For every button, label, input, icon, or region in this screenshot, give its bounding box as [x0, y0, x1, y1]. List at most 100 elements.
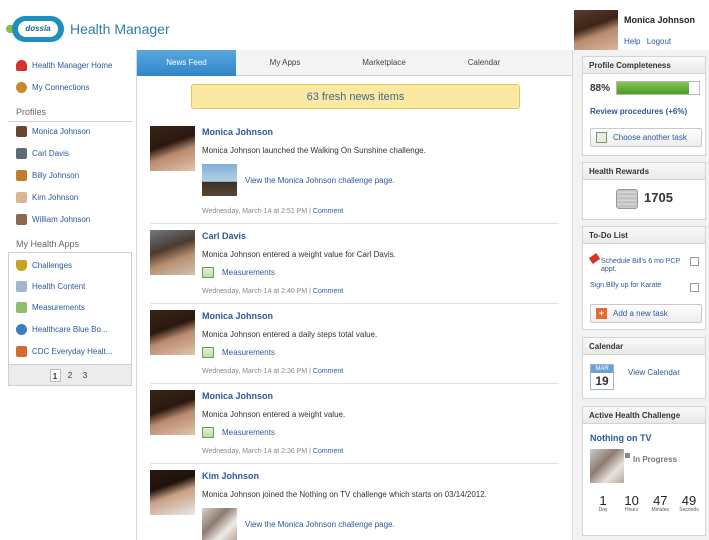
- countdown-label: Seconds: [679, 507, 699, 513]
- add-new-task-button[interactable]: + Add a new task: [590, 304, 702, 323]
- avatar[interactable]: [150, 390, 195, 435]
- profile-label: Carl Davis: [32, 148, 69, 158]
- active-challenge-panel: Active Health Challenge Nothing on TV In…: [582, 406, 706, 536]
- profile-photo-icon: [16, 169, 27, 181]
- feed-timestamp: Wednesday, March 14 at 2:51 PM |: [202, 208, 311, 215]
- choose-another-task-button[interactable]: Choose another task: [590, 128, 702, 147]
- comment-link[interactable]: Comment: [313, 208, 343, 215]
- challenge-status: In Progress: [633, 455, 678, 464]
- fresh-news-banner[interactable]: 63 fresh news items: [191, 84, 520, 109]
- people-icon: [16, 81, 27, 93]
- dossia-logo[interactable]: dossia: [6, 16, 64, 42]
- feed-link-text[interactable]: Measurements: [222, 428, 275, 437]
- view-calendar-link[interactable]: View Calendar: [628, 368, 680, 377]
- profile-label: Kim Johnson: [32, 192, 79, 202]
- feed-author[interactable]: Carl Davis: [202, 231, 246, 241]
- app-cdc-everyday-health[interactable]: CDC Everyday Healt...: [16, 344, 112, 358]
- avatar[interactable]: [150, 470, 195, 515]
- avatar[interactable]: [150, 310, 195, 355]
- button-label: Choose another task: [613, 133, 687, 142]
- review-procedures-link[interactable]: Review procedures (+6%): [590, 107, 687, 116]
- nav-health-manager-home[interactable]: Health Manager Home: [16, 58, 112, 72]
- feed-link[interactable]: Measurements: [202, 267, 275, 278]
- page-2-button[interactable]: 2: [65, 369, 76, 382]
- app-healthcare-blue-book[interactable]: Healthcare Blue Bo...: [16, 322, 108, 336]
- profile-monica-johnson[interactable]: Monica Johnson: [16, 124, 90, 138]
- feed-link-text[interactable]: Measurements: [222, 348, 275, 357]
- avatar[interactable]: [150, 230, 195, 275]
- feed-link[interactable]: View the Monica Johnson challenge page.: [202, 508, 395, 540]
- challenge-title-link[interactable]: Nothing on TV: [590, 433, 651, 443]
- app-health-content[interactable]: Health Content: [16, 279, 85, 293]
- countdown-label: Day: [598, 507, 608, 513]
- feed-author[interactable]: Monica Johnson: [202, 311, 273, 321]
- comment-link[interactable]: Comment: [313, 448, 343, 455]
- todo-item[interactable]: Schedule Bill's 6 mo PCP appt.: [601, 258, 681, 274]
- countdown-number: 47: [653, 493, 668, 508]
- feed-timestamp: Wednesday, March 14 at 2:36 PM |: [202, 448, 311, 455]
- page-1-button[interactable]: 1: [49, 368, 61, 382]
- app-header: dossia Health Manager: [0, 0, 572, 50]
- feed-link-text[interactable]: Measurements: [222, 268, 275, 277]
- page-3-button[interactable]: 3: [80, 369, 91, 382]
- feed-author[interactable]: Kim Johnson: [202, 471, 259, 481]
- feed-link-text[interactable]: View the Monica Johnson challenge page.: [245, 176, 395, 185]
- button-label: Add a new task: [613, 309, 668, 318]
- tab-marketplace[interactable]: Marketplace: [334, 50, 434, 76]
- feed-item: Monica Johnson Monica Johnson entered a …: [150, 390, 559, 464]
- app-challenges[interactable]: Challenges: [16, 258, 72, 272]
- calendar-panel: Calendar MAR 19 View Calendar: [582, 337, 706, 399]
- todo-item[interactable]: Sign Billy up for Karate: [590, 282, 686, 290]
- profile-billy-johnson[interactable]: Billy Johnson: [16, 168, 79, 182]
- feed-timestamp: Wednesday, March 14 at 2:36 PM |: [202, 368, 311, 375]
- feed-link[interactable]: Measurements: [202, 427, 275, 438]
- logout-link[interactable]: Logout: [647, 37, 671, 46]
- user-avatar[interactable]: [574, 10, 618, 50]
- nav-my-connections[interactable]: My Connections: [16, 80, 89, 94]
- profile-photo-icon: [16, 125, 27, 137]
- nav-label: Health Manager Home: [32, 60, 113, 70]
- feed-meta: Wednesday, March 14 at 2:40 PM | Comment: [202, 288, 343, 295]
- avatar[interactable]: [150, 126, 195, 171]
- measurements-icon: [16, 301, 27, 313]
- nav-label: My Connections: [32, 82, 90, 92]
- feed-author[interactable]: Monica Johnson: [202, 127, 273, 137]
- app-measurements[interactable]: Measurements: [16, 300, 85, 314]
- countdown-seconds: 49 Seconds: [676, 494, 702, 513]
- profile-label: Monica Johnson: [32, 126, 91, 136]
- tab-my-apps[interactable]: My Apps: [236, 50, 334, 76]
- panel-heading: Active Health Challenge: [583, 407, 705, 424]
- feed-item: Carl Davis Monica Johnson entered a weig…: [150, 230, 559, 304]
- help-link[interactable]: Help: [624, 37, 640, 46]
- profile-kim-johnson[interactable]: Kim Johnson: [16, 190, 78, 204]
- profile-label: William Johnson: [32, 214, 91, 224]
- countdown-number: 1: [599, 493, 607, 508]
- panel-heading: Health Rewards: [583, 163, 705, 180]
- challenge-photo: [590, 449, 624, 483]
- gear-icon: [16, 323, 27, 335]
- tab-news-feed[interactable]: News Feed: [137, 50, 236, 76]
- comment-link[interactable]: Comment: [313, 288, 343, 295]
- tab-calendar[interactable]: Calendar: [434, 50, 534, 76]
- countdown-label: Minutes: [651, 507, 670, 513]
- profile-william-johnson[interactable]: William Johnson: [16, 212, 90, 226]
- todo-panel: To-Do List Schedule Bill's 6 mo PCP appt…: [582, 226, 706, 330]
- feed-author[interactable]: Monica Johnson: [202, 391, 273, 401]
- profile-photo-icon: [16, 213, 27, 225]
- profile-photo-icon: [16, 147, 27, 159]
- feed-link-text[interactable]: View the Monica Johnson challenge page.: [245, 520, 395, 529]
- feed-link[interactable]: Measurements: [202, 347, 275, 358]
- panel-heading: To-Do List: [583, 227, 705, 244]
- profile-carl-davis[interactable]: Carl Davis: [16, 146, 69, 160]
- feed-link[interactable]: View the Monica Johnson challenge page.: [202, 164, 395, 196]
- main-content: News Feed My Apps Marketplace Calendar 6…: [137, 50, 572, 540]
- pin-icon: [588, 253, 601, 264]
- todo-checkbox[interactable]: [690, 257, 699, 266]
- comment-link[interactable]: Comment: [313, 368, 343, 375]
- countdown-number: 49: [681, 493, 697, 508]
- profiles-heading: Profiles: [16, 107, 47, 117]
- todo-checkbox[interactable]: [690, 283, 699, 292]
- challenge-thumbnail: [202, 164, 237, 196]
- countdown-label: Hours: [624, 507, 639, 513]
- feed-timestamp: Wednesday, March 14 at 2:40 PM |: [202, 288, 311, 295]
